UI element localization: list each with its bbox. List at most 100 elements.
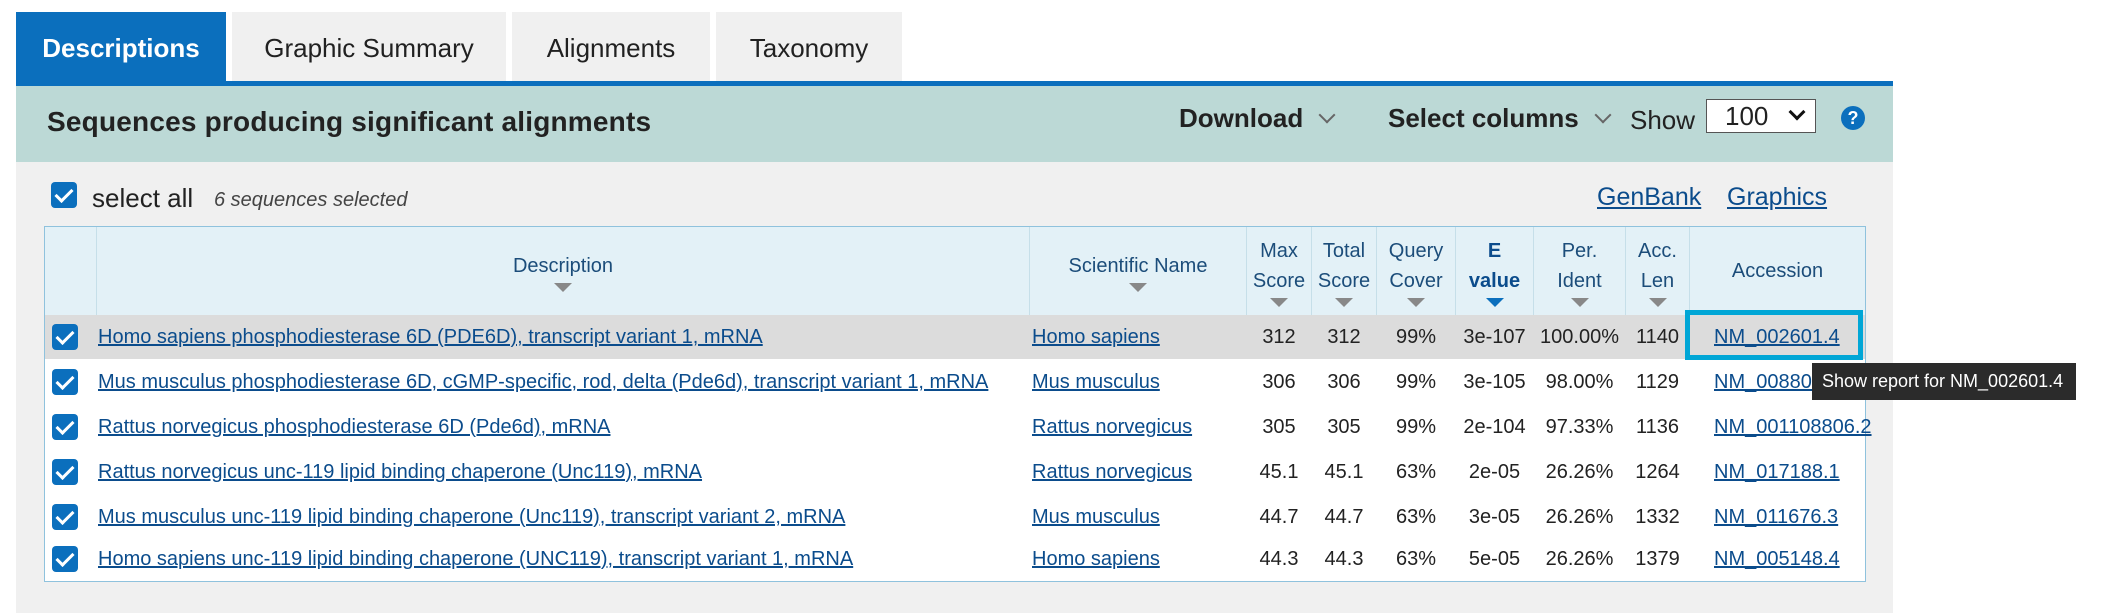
e-value: 3e-05 xyxy=(1468,506,1521,528)
chevron-down-icon xyxy=(1788,103,1806,121)
download-menu[interactable]: Download xyxy=(1179,103,1336,134)
column-title: Len xyxy=(1640,269,1675,292)
results-header-bar: Sequences producing significant alignmen… xyxy=(16,86,1893,162)
description-link[interactable]: Rattus norvegicus phosphodiesterase 6D (… xyxy=(98,405,610,449)
e-value: 2e-104 xyxy=(1463,416,1526,438)
query-cover: 63% xyxy=(1395,506,1437,528)
acc-len: 1129 xyxy=(1635,371,1679,393)
e-value: 3e-105 xyxy=(1463,371,1526,393)
query-cover: 99% xyxy=(1395,326,1437,348)
accession-link[interactable]: NM_017188.1 xyxy=(1714,450,1840,494)
tab-descriptions[interactable]: Descriptions xyxy=(16,12,226,84)
select-columns-menu[interactable]: Select columns xyxy=(1388,103,1612,134)
show-label: Show xyxy=(1630,105,1696,135)
column-title: Total xyxy=(1322,239,1366,262)
genbank-link[interactable]: GenBank xyxy=(1597,183,1701,212)
sort-arrow-icon xyxy=(1485,297,1504,307)
table-row: Rattus norvegicus unc-119 lipid binding … xyxy=(45,450,1865,494)
total-score: 306 xyxy=(1327,371,1361,393)
row-checkbox[interactable] xyxy=(52,369,78,395)
e-value: 5e-05 xyxy=(1468,548,1521,570)
column-title: Score xyxy=(1317,269,1371,292)
max-score: 305 xyxy=(1262,416,1296,438)
per-ident: 97.33% xyxy=(1545,416,1614,438)
table-row: Homo sapiens phosphodiesterase 6D (PDE6D… xyxy=(45,315,1865,359)
description-link[interactable]: Mus musculus unc-119 lipid binding chape… xyxy=(98,495,845,539)
chevron-down-icon xyxy=(1318,106,1336,123)
max-score: 44.7 xyxy=(1259,506,1299,528)
description-link[interactable]: Homo sapiens unc-119 lipid binding chape… xyxy=(98,537,853,581)
column-header-total-score[interactable]: Total Score xyxy=(1312,227,1376,315)
column-header-description[interactable]: Description xyxy=(97,227,1029,315)
column-title: Description xyxy=(512,254,614,277)
query-cover: 63% xyxy=(1395,548,1437,570)
select-all-checkbox[interactable] xyxy=(51,182,77,208)
row-checkbox[interactable] xyxy=(52,546,78,572)
description-link[interactable]: Mus musculus phosphodiesterase 6D, cGMP-… xyxy=(98,360,988,404)
sort-arrow-icon xyxy=(1407,297,1425,307)
column-title: Per. xyxy=(1561,239,1598,262)
tab-graphic-summary[interactable]: Graphic Summary xyxy=(232,12,506,84)
column-title: Score xyxy=(1252,269,1306,292)
help-icon[interactable]: ? xyxy=(1841,106,1865,130)
max-score: 312 xyxy=(1262,326,1296,348)
scientific-name-link[interactable]: Rattus norvegicus xyxy=(1032,450,1192,494)
total-score: 305 xyxy=(1327,416,1361,438)
show-count-value: 100 xyxy=(1725,101,1769,131)
table-row: Mus musculus unc-119 lipid binding chape… xyxy=(45,495,1865,539)
scientific-name-link[interactable]: Homo sapiens xyxy=(1032,315,1160,359)
acc-len: 1332 xyxy=(1635,506,1680,528)
selected-count: 6 sequences selected xyxy=(214,189,408,211)
description-link[interactable]: Rattus norvegicus unc-119 lipid binding … xyxy=(98,450,702,494)
sort-arrow-icon xyxy=(1270,297,1288,307)
scientific-name-link[interactable]: Homo sapiens xyxy=(1032,537,1160,581)
row-checkbox[interactable] xyxy=(52,324,78,350)
query-cover: 99% xyxy=(1395,371,1437,393)
column-title: Scientific Name xyxy=(1068,254,1208,277)
column-title: E xyxy=(1487,239,1502,262)
max-score: 306 xyxy=(1262,371,1296,393)
column-header-accession[interactable]: Accession xyxy=(1690,227,1865,315)
sort-arrow-icon xyxy=(554,282,572,292)
show-count-select[interactable]: 100 xyxy=(1706,99,1816,133)
row-checkbox[interactable] xyxy=(52,459,78,485)
acc-len: 1140 xyxy=(1635,326,1679,348)
tab-taxonomy[interactable]: Taxonomy xyxy=(716,12,902,84)
table-row: Mus musculus phosphodiesterase 6D, cGMP-… xyxy=(45,360,1865,404)
scientific-name-link[interactable]: Rattus norvegicus xyxy=(1032,405,1192,449)
download-label: Download xyxy=(1179,103,1304,133)
column-header-acc-len[interactable]: Acc. Len xyxy=(1626,227,1689,315)
sort-arrow-icon xyxy=(1129,282,1147,292)
graphics-link[interactable]: Graphics xyxy=(1727,183,1827,212)
row-checkbox[interactable] xyxy=(52,414,78,440)
select-columns-label: Select columns xyxy=(1388,103,1579,133)
max-score: 45.1 xyxy=(1259,461,1299,483)
column-header-query-cover[interactable]: Query Cover xyxy=(1377,227,1455,315)
sort-arrow-icon xyxy=(1570,297,1589,307)
acc-len: 1264 xyxy=(1635,461,1680,483)
column-header-e-value[interactable]: E value xyxy=(1456,227,1533,315)
per-ident: 98.00% xyxy=(1545,371,1614,393)
description-link[interactable]: Homo sapiens phosphodiesterase 6D (PDE6D… xyxy=(98,315,763,359)
e-value: 2e-05 xyxy=(1468,461,1521,483)
column-header-max-score[interactable]: Max Score xyxy=(1247,227,1311,315)
accession-link[interactable]: NM_005148.4 xyxy=(1714,537,1840,581)
acc-len: 1136 xyxy=(1635,416,1679,438)
accession-link[interactable]: NM_011676.3 xyxy=(1714,495,1838,539)
accession-link[interactable]: NM_001108806.2 xyxy=(1714,405,1872,449)
scientific-name-link[interactable]: Mus musculus xyxy=(1032,495,1160,539)
sort-arrow-icon xyxy=(1648,297,1667,307)
per-ident: 26.26% xyxy=(1545,548,1614,570)
column-header-scientific-name[interactable]: Scientific Name xyxy=(1030,227,1246,315)
column-title: Acc. xyxy=(1638,239,1677,262)
per-ident: 26.26% xyxy=(1545,506,1614,528)
row-checkbox[interactable] xyxy=(52,504,78,530)
column-header-per-ident[interactable]: Per. Ident xyxy=(1534,227,1625,315)
total-score: 44.3 xyxy=(1324,548,1364,570)
accession-focus-highlight xyxy=(1685,310,1863,360)
column-title: Cover xyxy=(1389,269,1443,292)
column-title: Accession xyxy=(1731,260,1824,282)
tab-alignments[interactable]: Alignments xyxy=(512,12,710,84)
scientific-name-link[interactable]: Mus musculus xyxy=(1032,360,1160,404)
column-title: value xyxy=(1468,269,1521,292)
